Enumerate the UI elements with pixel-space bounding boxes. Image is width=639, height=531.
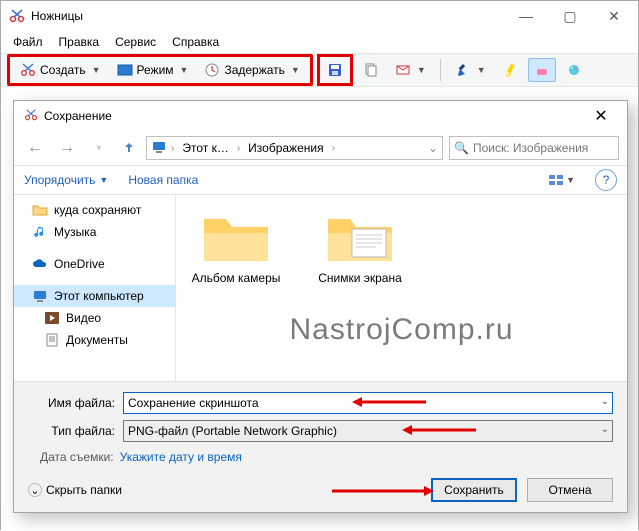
folder-label: Альбом камеры	[192, 271, 281, 285]
scissors-icon	[20, 62, 36, 78]
help-button[interactable]: ?	[595, 169, 617, 191]
pen-icon	[455, 62, 471, 78]
navigation-pane[interactable]: куда сохраняют Музыка OneDrive Этот комп…	[14, 195, 176, 381]
annotation-arrow-icon	[398, 423, 478, 437]
folder-preview-icon	[322, 205, 398, 267]
address-refresh-dropdown[interactable]: ⌄	[428, 141, 438, 155]
mail-button[interactable]: ▼	[389, 58, 432, 82]
new-folder-button[interactable]: Новая папка	[128, 173, 198, 187]
document-icon	[44, 332, 60, 348]
nav-forward-button[interactable]: →	[54, 135, 80, 161]
chevron-right-icon: ›	[237, 143, 240, 154]
pc-icon	[32, 288, 48, 304]
chevron-right-icon: ›	[171, 143, 174, 154]
eraser-button[interactable]	[528, 58, 556, 82]
folder-label: Снимки экрана	[318, 271, 402, 285]
minimize-button[interactable]: —	[504, 2, 548, 30]
envelope-icon	[395, 62, 411, 78]
rectangle-mode-icon	[117, 62, 133, 78]
maximize-button[interactable]: ▢	[548, 2, 592, 30]
scissors-icon	[24, 108, 38, 125]
breadcrumb-root[interactable]: Этот к…	[178, 139, 232, 157]
menu-tools[interactable]: Сервис	[109, 33, 162, 51]
tree-item-onedrive[interactable]: OneDrive	[14, 253, 175, 275]
hide-folders-button[interactable]: ⌄ Скрыть папки	[28, 483, 122, 497]
organize-button[interactable]: Упорядочить ▼	[24, 173, 108, 187]
toolbar-separator	[440, 59, 441, 81]
dialog-close-button[interactable]: ✕	[581, 103, 621, 129]
tree-item-this-pc[interactable]: Этот компьютер	[14, 285, 175, 307]
mode-button[interactable]: Режим ▼	[111, 58, 195, 82]
window-title: Ножницы	[31, 9, 504, 23]
new-snip-button[interactable]: Создать ▼	[14, 58, 107, 82]
highlighter-icon	[502, 62, 518, 78]
delay-button[interactable]: Задержать ▼	[198, 58, 305, 82]
copy-icon	[363, 62, 379, 78]
dropdown-caret-icon: ▼	[180, 65, 189, 75]
save-button[interactable]	[321, 58, 349, 82]
filetype-combobox[interactable]: PNG-файл (Portable Network Graphic) ⌄	[123, 420, 613, 442]
tree-item-videos[interactable]: Видео	[14, 307, 175, 329]
menu-help[interactable]: Справка	[166, 33, 225, 51]
search-placeholder: Поиск: Изображения	[473, 141, 588, 155]
floppy-disk-icon	[327, 62, 343, 78]
chevron-right-icon: ›	[332, 143, 335, 154]
menu-edit[interactable]: Правка	[53, 33, 106, 51]
highlighter-button[interactable]	[496, 58, 524, 82]
nav-up-button[interactable]	[118, 137, 140, 159]
clock-icon	[204, 62, 220, 78]
address-bar[interactable]: › Этот к… › Изображения › ⌄	[146, 136, 443, 160]
pen-button[interactable]: ▼	[449, 58, 492, 82]
date-taken-label: Дата съемки:	[40, 450, 114, 464]
filetype-label: Тип файла:	[28, 424, 123, 438]
cloud-icon	[32, 256, 48, 272]
folder-icon	[32, 202, 48, 218]
filename-label: Имя файла:	[28, 396, 123, 410]
view-button[interactable]: ▼	[548, 173, 575, 187]
tree-item-music[interactable]: Музыка	[14, 221, 175, 243]
tree-item-documents[interactable]: Документы	[14, 329, 175, 351]
delay-label: Задержать	[224, 63, 284, 77]
watermark-text: NastrojComp.ru	[176, 313, 627, 347]
eraser-icon	[534, 62, 550, 78]
annotation-arrow-icon	[348, 395, 428, 409]
chevron-down-icon: ⌄	[28, 483, 42, 497]
app-icon	[9, 8, 25, 24]
search-box[interactable]: 🔍 Поиск: Изображения	[449, 136, 619, 160]
annotation-arrow-icon	[328, 484, 438, 498]
breadcrumb-folder[interactable]: Изображения	[244, 139, 327, 157]
new-snip-label: Создать	[40, 63, 86, 77]
folder-camera-roll[interactable]: Альбом камеры	[188, 205, 284, 285]
save-highlight	[317, 54, 353, 86]
dropdown-caret-icon[interactable]: ⌄	[601, 424, 609, 435]
dropdown-caret-icon: ▼	[477, 65, 486, 75]
edit-3d-button[interactable]	[560, 58, 588, 82]
content-pane[interactable]: Альбом камеры Снимки экрана NastrojComp.…	[176, 195, 627, 381]
dropdown-caret-icon: ▼	[417, 65, 426, 75]
nav-back-button[interactable]: ←	[22, 135, 48, 161]
menu-file[interactable]: Файл	[7, 33, 49, 51]
dropdown-caret-icon: ▼	[291, 65, 300, 75]
copy-button[interactable]	[357, 58, 385, 82]
dropdown-caret-icon: ▼	[99, 175, 108, 185]
paint3d-icon	[566, 62, 582, 78]
pc-icon	[151, 140, 167, 157]
nav-history-dropdown[interactable]: ▾	[86, 135, 112, 161]
dropdown-caret-icon[interactable]: ⌄	[601, 396, 609, 407]
mode-label: Режим	[137, 63, 174, 77]
dialog-title: Сохранение	[44, 109, 112, 123]
toolbar-highlight-group: Создать ▼ Режим ▼ Задержать ▼	[7, 54, 313, 86]
folder-icon	[198, 205, 274, 267]
date-taken-link[interactable]: Укажите дату и время	[120, 450, 242, 464]
video-icon	[44, 310, 60, 326]
dropdown-caret-icon: ▼	[92, 65, 101, 75]
tree-item-folder[interactable]: куда сохраняют	[14, 199, 175, 221]
folder-screenshots[interactable]: Снимки экрана	[312, 205, 408, 285]
cancel-button[interactable]: Отмена	[527, 478, 613, 502]
close-button[interactable]: ✕	[592, 2, 636, 30]
music-icon	[32, 224, 48, 240]
search-icon: 🔍	[454, 141, 469, 155]
save-confirm-button[interactable]: Сохранить	[431, 478, 517, 502]
